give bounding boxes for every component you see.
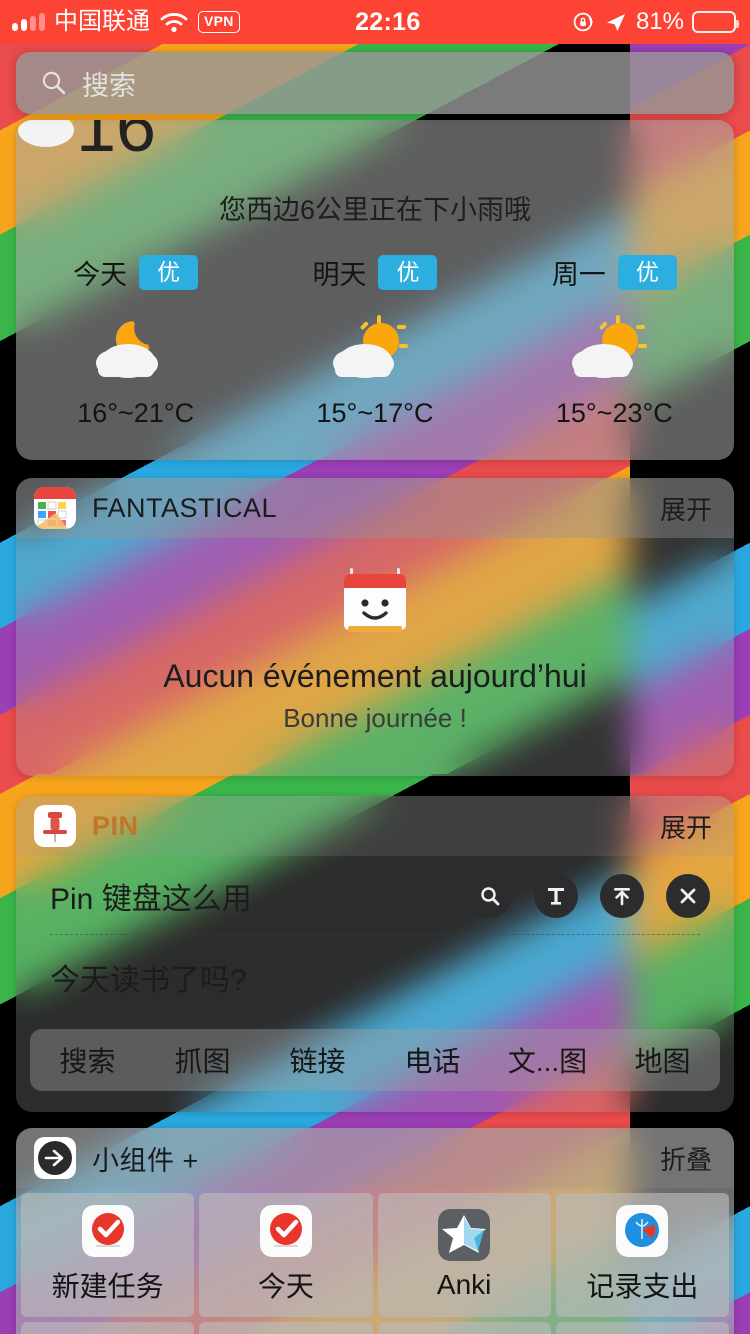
search-icon[interactable] [468, 874, 512, 918]
shortcut-label: Anki [436, 1269, 492, 1300]
fantastical-widget-body: Aucun événement aujourd’hui Bonne journé… [16, 538, 734, 734]
shortcut-label: 新建任务 [51, 1271, 164, 1302]
things-check-icon [81, 1205, 134, 1257]
weather-day-today[interactable]: 今天 优 16°~21°C [16, 253, 255, 429]
shortcuts-widget-title: 小组件 + [92, 1145, 199, 1176]
pushpin-icon [34, 805, 76, 847]
shortcut-label: 记录支出 [586, 1271, 699, 1302]
expense-blue-icon [616, 1205, 669, 1257]
workflow-arrow-icon [34, 1137, 76, 1179]
pin-tab-bar: 搜索 抓图 链接 电话 文...图 地图 [30, 1029, 720, 1091]
shortcut-today[interactable]: 今天 [199, 1193, 373, 1317]
weather-widget-peek: 16 [16, 120, 734, 178]
fantastical-empty-title: Aucun événement aujourd’hui [163, 658, 587, 694]
fantastical-calendar-icon [34, 487, 76, 529]
text-icon[interactable] [534, 874, 578, 918]
weather-peek-temperature: 16 [76, 120, 157, 167]
battery-percent: 81% [635, 8, 684, 35]
weather-peek-right-text [695, 120, 706, 121]
shortcut-partial-phone[interactable] [21, 1322, 195, 1334]
weather-day-name: 今天 [73, 260, 128, 290]
fantastical-widget-header: FANTASTICAL 展开 [16, 478, 734, 538]
weather-day-name: 周一 [551, 260, 606, 290]
anki-star-icon [438, 1209, 491, 1261]
pin-tab-phone[interactable]: 电话 [375, 1040, 490, 1080]
shortcut-record-expense[interactable]: 记录支出 [555, 1193, 729, 1317]
weather-day-range: 15°~23°C [555, 398, 673, 428]
widget-scroll-area[interactable]: 16 您西边6公里正在下小雨哦 今天 优 16°~21°C 明天 优 15°~1… [0, 0, 750, 1334]
location-arrow-icon [606, 14, 625, 31]
weather-forecast-row: 今天 优 16°~21°C 明天 优 15°~17°C 周一 优 15°~23°… [16, 253, 734, 429]
search-placeholder: 搜索 [82, 70, 136, 101]
weather-day-icon-wrap [16, 310, 255, 386]
weather-day-name: 明天 [312, 260, 367, 290]
battery-icon [692, 11, 739, 33]
signal-bars-icon [12, 13, 45, 31]
pin-row1-text: Pin 键盘这么用 [50, 883, 252, 916]
weather-widget[interactable]: 16 您西边6公里正在下小雨哦 今天 优 16°~21°C 明天 优 15°~1… [16, 120, 734, 460]
sun-cloud-icon [572, 315, 648, 378]
carrier-name: 中国联通 [54, 8, 150, 35]
pin-tab-capture[interactable]: 抓图 [145, 1040, 260, 1080]
fantastical-expand-button[interactable]: 展开 [660, 490, 712, 527]
pin-expand-button[interactable]: 展开 [660, 808, 712, 845]
pin-tab-link[interactable]: 链接 [260, 1040, 375, 1080]
upload-icon[interactable] [600, 874, 644, 918]
shortcuts-collapse-button[interactable]: 折叠 [660, 1140, 712, 1177]
things-check-icon [259, 1205, 312, 1257]
moon-cloud-icon [95, 320, 158, 378]
text-glyph-icon [548, 888, 564, 905]
search-bar[interactable]: 搜索 [16, 52, 734, 114]
fantastical-empty-subtitle: Bonne journée ! [283, 703, 467, 733]
wifi-icon [160, 13, 188, 33]
smiling-calendar-icon [344, 568, 406, 632]
shortcut-new-task[interactable]: 新建任务 [21, 1193, 195, 1317]
sun-cloud-icon [332, 315, 408, 378]
search-icon [42, 71, 66, 95]
close-glyph-icon [680, 888, 696, 904]
fantastical-widget-title: FANTASTICAL [92, 492, 278, 523]
shortcut-partial-scan[interactable] [199, 1322, 373, 1334]
shortcuts-grid: 新建任务 今天 Anki 记录支出 [16, 1188, 734, 1334]
upload-glyph-icon [614, 888, 630, 906]
weather-day-range: 15°~17°C [316, 398, 434, 428]
weather-aqi-badge: 优 [139, 255, 199, 290]
search-glyph-icon [481, 887, 500, 906]
status-bar-right: 81% [572, 8, 739, 36]
shortcut-label: 今天 [257, 1271, 314, 1302]
weather-day-monday[interactable]: 周一 优 15°~23°C [495, 253, 734, 429]
rotation-lock-icon [573, 12, 594, 32]
fantastical-widget[interactable]: FANTASTICAL 展开 Aucun événement aujourd’h… [16, 478, 734, 776]
status-bar: 中国联通 VPN 22:16 81% [0, 0, 750, 44]
weather-day-tomorrow[interactable]: 明天 优 15°~17°C [255, 253, 494, 429]
weather-day-icon-wrap [255, 310, 494, 386]
pin-row2-text: 今天读书了吗? [50, 964, 247, 997]
shortcut-anki[interactable]: Anki [377, 1193, 551, 1317]
pin-row-1: Pin 键盘这么用 [16, 856, 734, 918]
weather-aqi-badge: 优 [378, 255, 438, 290]
weather-day-range: 16°~21°C [77, 398, 195, 428]
pin-tab-text-image[interactable]: 文...图 [490, 1040, 605, 1080]
status-bar-left: 中国联通 VPN [12, 10, 240, 34]
iphone-today-view: 16 您西边6公里正在下小雨哦 今天 优 16°~21°C 明天 优 15°~1… [0, 0, 750, 1334]
pin-action-buttons [468, 874, 710, 918]
shortcuts-widget[interactable]: 小组件 + 折叠 新建任务 今天 Anki 记录支出 [16, 1128, 734, 1334]
pin-widget-header: PIN 展开 [16, 796, 734, 856]
pin-widget[interactable]: PIN 展开 Pin 键盘这么用 今天读书了吗? 搜索 抓图 链接 电话 文..… [16, 796, 734, 1112]
shortcuts-widget-header: 小组件 + 折叠 [16, 1128, 734, 1188]
weather-rain-notice: 您西边6公里正在下小雨哦 [218, 195, 531, 225]
weather-day-icon-wrap [495, 310, 734, 386]
status-bar-center: 22:16 [240, 7, 572, 36]
weather-aqi-badge: 优 [617, 255, 677, 290]
vpn-badge: VPN [198, 11, 240, 33]
shortcut-partial-circle[interactable] [555, 1322, 729, 1334]
pin-tab-map[interactable]: 地图 [605, 1040, 720, 1080]
close-icon[interactable] [666, 874, 710, 918]
pin-widget-title: PIN [92, 810, 139, 841]
pin-tab-search[interactable]: 搜索 [30, 1040, 145, 1080]
shortcut-partial-barcode[interactable] [377, 1322, 551, 1334]
status-bar-clock: 22:16 [355, 7, 421, 36]
